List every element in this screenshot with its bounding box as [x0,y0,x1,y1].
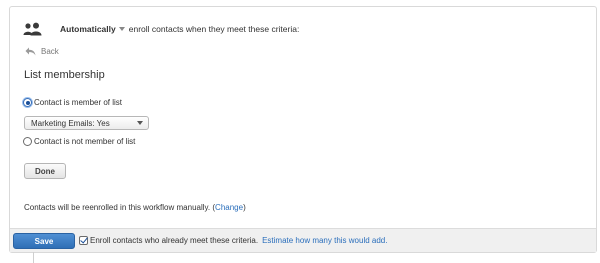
list-select-dropdown[interactable]: Marketing Emails: Yes [24,116,149,130]
footer-bar: Save Enroll contacts who already meet th… [10,228,596,252]
radio-button-selected[interactable] [23,98,32,107]
radio-not-member-of-list[interactable]: Contact is not member of list [23,137,135,146]
radio-button-unselected[interactable] [23,137,32,146]
chevron-down-icon[interactable] [118,27,125,31]
list-select-value: Marketing Emails: Yes [31,118,110,128]
enroll-existing-label: Enroll contacts who already meet these c… [90,236,259,245]
change-link[interactable]: Change [215,203,243,212]
section-title: List membership [24,69,105,81]
header-text: enroll contacts when they meet these cri… [128,24,300,34]
estimate-link[interactable]: Estimate how many this would add. [262,236,387,245]
save-button[interactable]: Save [13,233,75,249]
reenroll-text: Contacts will be reenrolled in this work… [24,203,216,212]
reenroll-close: ) [243,203,246,212]
radio-label: Contact is not member of list [34,137,136,146]
check-icon [80,235,88,244]
radio-member-of-list[interactable]: Contact is member of list [23,98,122,107]
dropdown-arrow-icon [137,121,143,125]
enrollment-header: Automatically enroll contacts when they … [23,21,299,37]
back-label: Back [41,47,59,56]
back-arrow-icon [25,47,36,56]
back-link[interactable]: Back [25,47,59,56]
enroll-existing-checkbox[interactable] [79,235,88,245]
reenroll-note: Contacts will be reenrolled in this work… [24,203,246,212]
enrollment-mode-dropdown[interactable]: Automatically [60,24,116,34]
done-button[interactable]: Done [24,163,66,179]
enroll-existing-row: Enroll contacts who already meet these c… [79,235,387,245]
radio-label: Contact is member of list [34,98,123,107]
divider [33,252,34,263]
contacts-group-icon [23,22,45,36]
